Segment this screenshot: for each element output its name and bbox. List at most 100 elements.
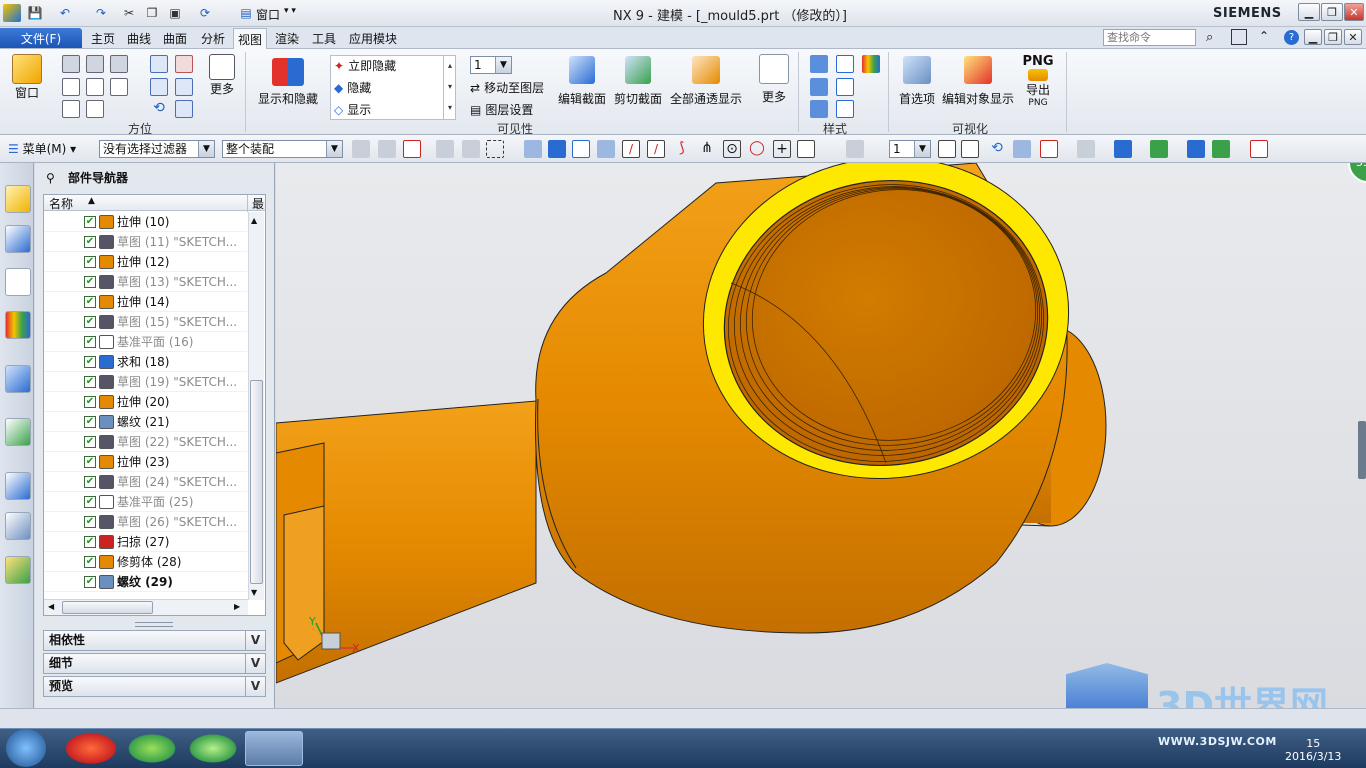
visibility-checkbox[interactable]: ✔ (84, 495, 96, 508)
assembly-scope-combo[interactable]: 整个装配 ▼ (222, 140, 343, 158)
system-clock[interactable]: 15 2016/3/13 (1285, 737, 1341, 763)
measure-icon[interactable] (1250, 140, 1268, 158)
existing-point-icon[interactable]: + (773, 140, 791, 158)
reuse-library-icon[interactable] (5, 311, 31, 339)
selection-filter-combo[interactable]: 没有选择过滤器 ▼ (99, 140, 215, 158)
splitter-grip[interactable] (135, 622, 173, 627)
collapse-ribbon-icon[interactable]: ⌃ (1259, 29, 1269, 43)
visibility-checkbox[interactable]: ✔ (84, 355, 96, 368)
quadrant-icon[interactable]: ◯ (748, 140, 766, 158)
details-panel[interactable]: 细节 V (43, 653, 266, 674)
multi-select-icon[interactable] (462, 140, 480, 158)
edge-icon[interactable] (572, 140, 590, 158)
work-layer-combo[interactable]: 1 ▼ (889, 140, 931, 158)
command-search-input[interactable]: 查找命令 (1103, 29, 1196, 46)
visibility-checkbox[interactable]: ✔ (84, 335, 96, 348)
chevron-down-icon[interactable]: V (245, 677, 265, 696)
clip-section-button[interactable]: 剪切截面 (612, 56, 664, 107)
nx-logo-icon[interactable] (3, 4, 21, 22)
tab-tools[interactable]: 工具 (310, 30, 338, 47)
snap-icon[interactable] (403, 140, 421, 158)
zoom-window-icon[interactable] (961, 140, 979, 158)
chevron-down-icon[interactable]: V (245, 631, 265, 650)
column-name-header[interactable]: 名称 (49, 195, 73, 212)
table-row[interactable]: ✔ 草图 (19) "SKETCH... (44, 372, 247, 392)
visibility-checkbox[interactable]: ✔ (84, 315, 96, 328)
arc-center-icon[interactable]: ⊙ (723, 140, 741, 158)
tab-curve[interactable]: 曲线 (125, 30, 153, 47)
menu-button[interactable]: ☰ 菜单(M) ▾ (8, 140, 76, 157)
zoom-icon[interactable] (175, 55, 193, 73)
rotate-view-icon[interactable]: ⟲ (988, 140, 1006, 158)
table-row[interactable]: ✔ 基准平面 (25) (44, 492, 247, 512)
hd3d-tools-icon[interactable] (5, 365, 31, 393)
roles-icon[interactable] (5, 556, 31, 584)
window-button[interactable]: 窗口 (8, 54, 46, 101)
see-through-button[interactable]: 全部通透显示 (668, 56, 744, 107)
table-row[interactable]: ✔ 拉伸 (20) (44, 392, 247, 412)
chevron-down-icon[interactable]: V (245, 654, 265, 673)
copy-icon[interactable]: ❐ (143, 4, 161, 22)
orient-icon[interactable] (175, 100, 193, 118)
app-taskbar-icon[interactable] (123, 731, 181, 766)
doc-close-button[interactable]: ✕ (1344, 29, 1362, 45)
table-row[interactable]: ✔ 拉伸 (12) (44, 252, 247, 272)
view-bottom-icon[interactable] (110, 78, 128, 96)
table-row[interactable]: ✔ 修剪体 (28) (44, 552, 247, 572)
edit-object-display-button[interactable]: 编辑对象显示 (940, 56, 1016, 107)
table-row[interactable]: ✔ 扫掠 (27) (44, 532, 247, 552)
curve-icon[interactable] (597, 140, 615, 158)
visibility-checkbox[interactable]: ✔ (84, 435, 96, 448)
view-right-icon[interactable] (62, 78, 80, 96)
type-filter-icon[interactable] (352, 140, 370, 158)
table-row[interactable]: ✔ 螺纹 (21) (44, 412, 247, 432)
restore-button[interactable]: ❐ (1321, 3, 1343, 21)
scroll-thumb[interactable] (250, 380, 263, 584)
scroll-up-icon[interactable]: ▲ (251, 216, 257, 225)
column-latest-header[interactable]: 最 (247, 195, 264, 212)
part-navigator-icon[interactable] (5, 268, 31, 296)
doc-restore-button[interactable]: ❐ (1324, 29, 1342, 45)
table-row[interactable]: ✔ 拉伸 (10) (44, 212, 247, 232)
solid-body-icon[interactable] (524, 140, 542, 158)
view-isometric-icon[interactable] (62, 100, 80, 118)
shaded-icon[interactable] (836, 55, 854, 73)
tab-surface[interactable]: 曲面 (161, 30, 189, 47)
more-visibility-button[interactable]: 更多 (756, 54, 792, 105)
visibility-checkbox[interactable]: ✔ (84, 455, 96, 468)
constraint-navigator-icon[interactable] (5, 225, 31, 253)
view-top-icon[interactable] (86, 55, 104, 73)
table-row[interactable]: ✔ 基准平面 (16) (44, 332, 247, 352)
minimize-button[interactable]: ▁ (1298, 3, 1320, 21)
hide-item[interactable]: ◆ 隐藏 (334, 79, 371, 96)
table-row[interactable]: ✔ 草图 (26) "SKETCH... (44, 512, 247, 532)
view-handle[interactable] (1358, 421, 1366, 479)
tab-applications[interactable]: 应用模块 (347, 30, 399, 47)
view-back-icon[interactable] (86, 100, 104, 118)
browser-taskbar-icon[interactable] (184, 731, 242, 766)
scroll-right-icon[interactable]: ▶ (234, 602, 240, 611)
orient-wcs-icon[interactable] (1212, 140, 1230, 158)
search-icon[interactable]: ⌕ (1206, 30, 1213, 45)
visibility-checkbox[interactable]: ✔ (84, 555, 96, 568)
point-on-curve-icon[interactable] (797, 140, 815, 158)
close-button[interactable]: ✕ (1344, 3, 1364, 21)
table-row[interactable]: ✔ 草图 (24) "SKETCH... (44, 472, 247, 492)
paint-view-icon[interactable] (1013, 140, 1031, 158)
general-filter-icon[interactable] (378, 140, 396, 158)
scroll-down-icon[interactable]: ▼ (251, 588, 257, 597)
render-style-icon[interactable] (1077, 140, 1095, 158)
web-browser-icon[interactable] (5, 418, 31, 446)
table-row[interactable]: ✔ 螺纹 (29) (44, 572, 247, 592)
face-icon[interactable] (548, 140, 566, 158)
visibility-checkbox[interactable]: ✔ (84, 395, 96, 408)
tab-analysis[interactable]: 分析 (199, 30, 227, 47)
visibility-checkbox[interactable]: ✔ (84, 235, 96, 248)
tree-vertical-scrollbar[interactable]: ▲ ▼ (248, 212, 264, 600)
repeat-command-icon[interactable]: ⟳ (196, 4, 214, 22)
studio-icon[interactable] (862, 55, 880, 73)
paint-icon[interactable] (175, 78, 193, 96)
control-point-icon[interactable]: ⟆ (673, 140, 691, 158)
edit-section-button[interactable]: 编辑截面 (556, 56, 608, 107)
intersection-icon[interactable]: ⋔ (698, 140, 716, 158)
